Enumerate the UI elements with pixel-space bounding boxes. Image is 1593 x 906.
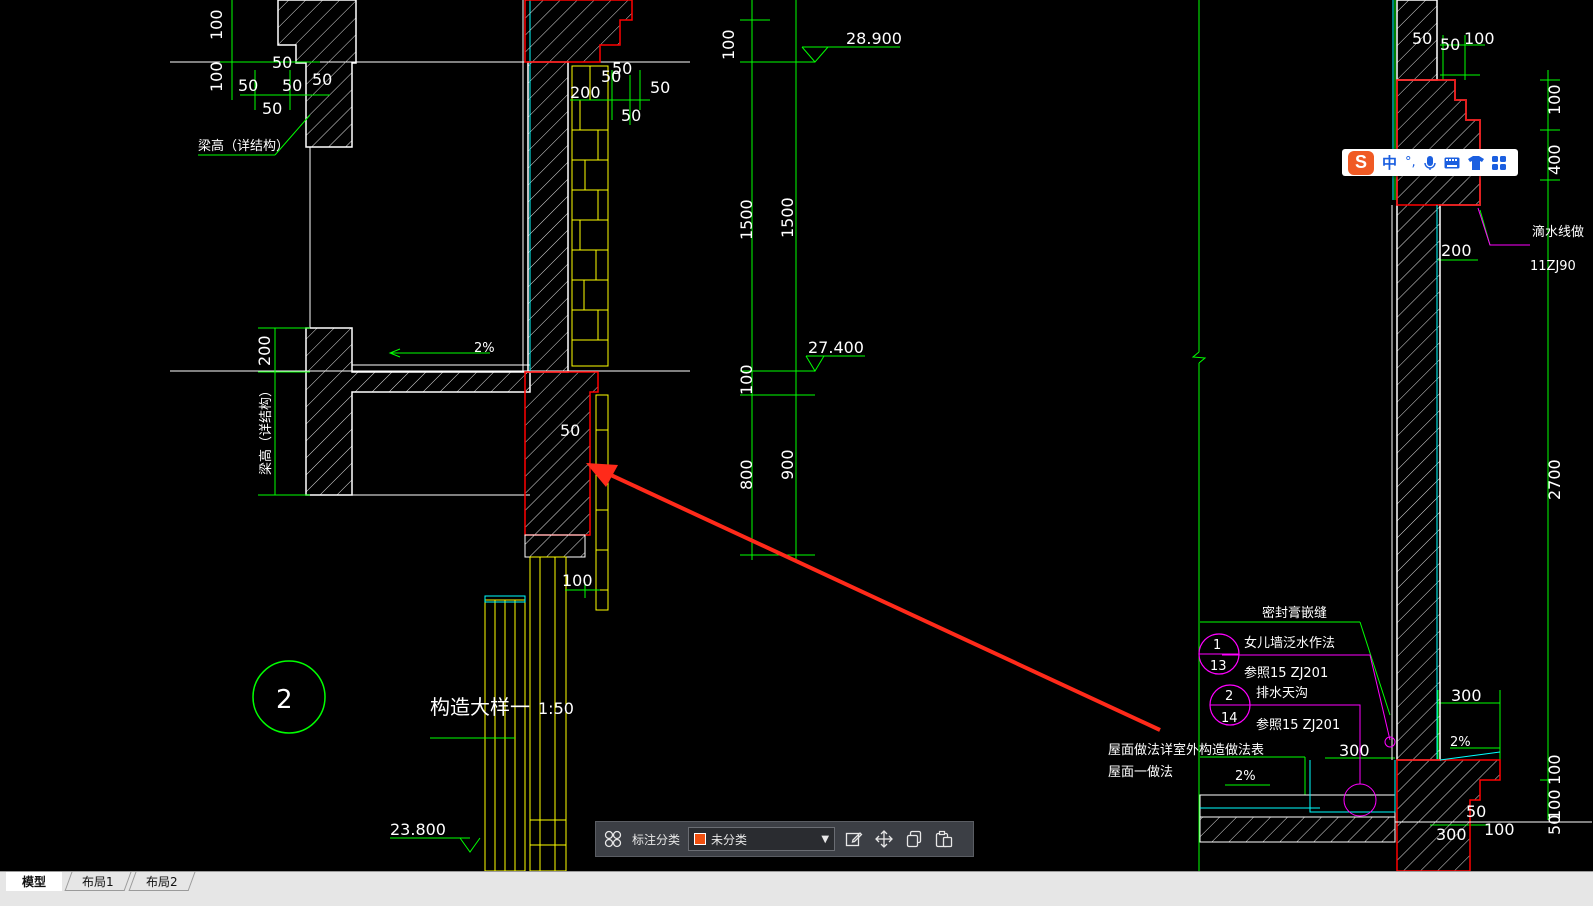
- shirt-icon[interactable]: [1467, 155, 1484, 170]
- dim-text: 100: [562, 571, 593, 590]
- slope-label: 2%: [1235, 769, 1256, 784]
- callout1-ref: 参照15 ZJ201: [1244, 665, 1328, 681]
- callout2-text: 排水天沟: [1256, 686, 1308, 701]
- dim-text: 50: [1412, 29, 1432, 48]
- dim-text: 300: [1451, 686, 1482, 705]
- dim-text: 100: [1545, 84, 1564, 115]
- dim-text: 100: [719, 29, 738, 60]
- tab-label: 布局2: [146, 874, 178, 889]
- tab-label: 模型: [21, 875, 46, 889]
- callout1-text: 女儿墙泛水作法: [1244, 635, 1335, 651]
- ime-toolbar[interactable]: S 中 °,: [1342, 149, 1518, 176]
- beam-note-side: 梁高（详结构）: [258, 384, 274, 475]
- detail-title: 构造大样一: [430, 695, 530, 719]
- tab-label: 布局1: [82, 874, 114, 889]
- slope-label: 2%: [474, 341, 495, 356]
- dim-text: 100: [1545, 789, 1564, 820]
- dim-text: 100: [1464, 29, 1495, 48]
- elevation-28900: 28.900: [846, 29, 902, 48]
- move-icon[interactable]: [873, 828, 895, 850]
- ime-chinese-mode[interactable]: 中: [1382, 152, 1397, 173]
- layout-tab-bar: 模型 布局1 布局2: [0, 871, 1593, 906]
- elevation-23800: 23.800: [390, 820, 446, 839]
- lower-lintel: [524, 371, 599, 536]
- annotation-category-select[interactable]: 未分类 ▼: [688, 827, 836, 851]
- drip-note: 滴水线做: [1532, 224, 1584, 240]
- dim-text: 200: [570, 83, 601, 102]
- dim-text: 300: [1436, 825, 1467, 844]
- annotation-category-value: 未分类: [711, 832, 748, 847]
- dim-text: 50: [238, 76, 258, 95]
- dim-text: 1500: [737, 199, 756, 240]
- dim-text: 100: [207, 61, 226, 92]
- dim-text: 900: [778, 449, 797, 480]
- dim-text: 100: [1545, 754, 1564, 785]
- drip-ref: 11ZJ90: [1530, 259, 1576, 274]
- callout2-top: 2: [1225, 689, 1233, 704]
- annotation-toolbar: 标注分类 未分类 ▼: [595, 821, 974, 857]
- dim-text: 50: [262, 99, 282, 118]
- dim-text: 400: [1545, 144, 1564, 175]
- tab-layout2[interactable]: 布局2: [128, 872, 196, 891]
- tab-layout1[interactable]: 布局1: [64, 872, 132, 891]
- seal-note: 密封膏嵌缝: [1262, 605, 1327, 621]
- dim-text: 50: [560, 421, 580, 440]
- paste-icon[interactable]: [933, 828, 955, 850]
- cad-drawing-canvas[interactable]: 28.900 27.400 23.800 100 100 50 50 50 50…: [0, 0, 1593, 888]
- mic-icon[interactable]: [1423, 155, 1436, 171]
- dim-text: 50: [312, 70, 332, 89]
- dim-text: 200: [255, 335, 274, 366]
- keyboard-icon[interactable]: [1444, 157, 1460, 169]
- ime-punctuation[interactable]: °,: [1405, 155, 1416, 170]
- category-color-swatch: [694, 833, 707, 845]
- beam-note-top: 梁高（详结构）: [198, 138, 289, 154]
- callout2-ref: 参照15 ZJ201: [1256, 717, 1340, 733]
- chevron-down-icon: ▼: [821, 833, 830, 845]
- edit-icon[interactable]: [843, 828, 865, 850]
- dim-text: 300: [1339, 741, 1370, 760]
- elevation-27400: 27.400: [808, 338, 864, 357]
- roof-note2: 屋面一做法: [1108, 765, 1173, 780]
- dim-text: 50: [272, 53, 292, 72]
- dim-text: 50: [621, 106, 641, 125]
- dim-text: 1500: [778, 197, 797, 238]
- slope-label: 2%: [1450, 735, 1471, 750]
- dim-text: 100: [207, 9, 226, 40]
- central-wall: [527, 61, 569, 373]
- dim-text: 100: [1484, 820, 1515, 839]
- top-parapet: [524, 0, 633, 63]
- dim-text: 50: [1440, 35, 1460, 54]
- grid-icon[interactable]: [1491, 155, 1506, 170]
- detail-scale: 1:50: [538, 699, 574, 718]
- dim-text: 50: [650, 78, 670, 97]
- category-grid-icon[interactable]: [602, 828, 624, 850]
- tab-model[interactable]: 模型: [6, 872, 62, 891]
- callout1-top: 1: [1213, 638, 1221, 653]
- copy-icon[interactable]: [903, 828, 925, 850]
- dim-text: 800: [737, 459, 756, 490]
- callout2-bottom: 14: [1221, 711, 1238, 726]
- roof-note: 屋面做法详室外构造做法表: [1108, 742, 1264, 758]
- dim-text: 200: [1441, 241, 1472, 260]
- dim-text: 50: [1466, 802, 1486, 821]
- dim-text: 2700: [1545, 459, 1564, 500]
- sogou-logo-icon[interactable]: S: [1348, 150, 1374, 175]
- callout1-bottom: 13: [1210, 659, 1227, 674]
- detail-number: 2: [276, 685, 293, 715]
- dim-text: 50: [282, 76, 302, 95]
- dim-text: 50: [601, 67, 621, 86]
- dim-text: 100: [737, 364, 756, 395]
- annotation-category-label: 标注分类: [632, 832, 681, 847]
